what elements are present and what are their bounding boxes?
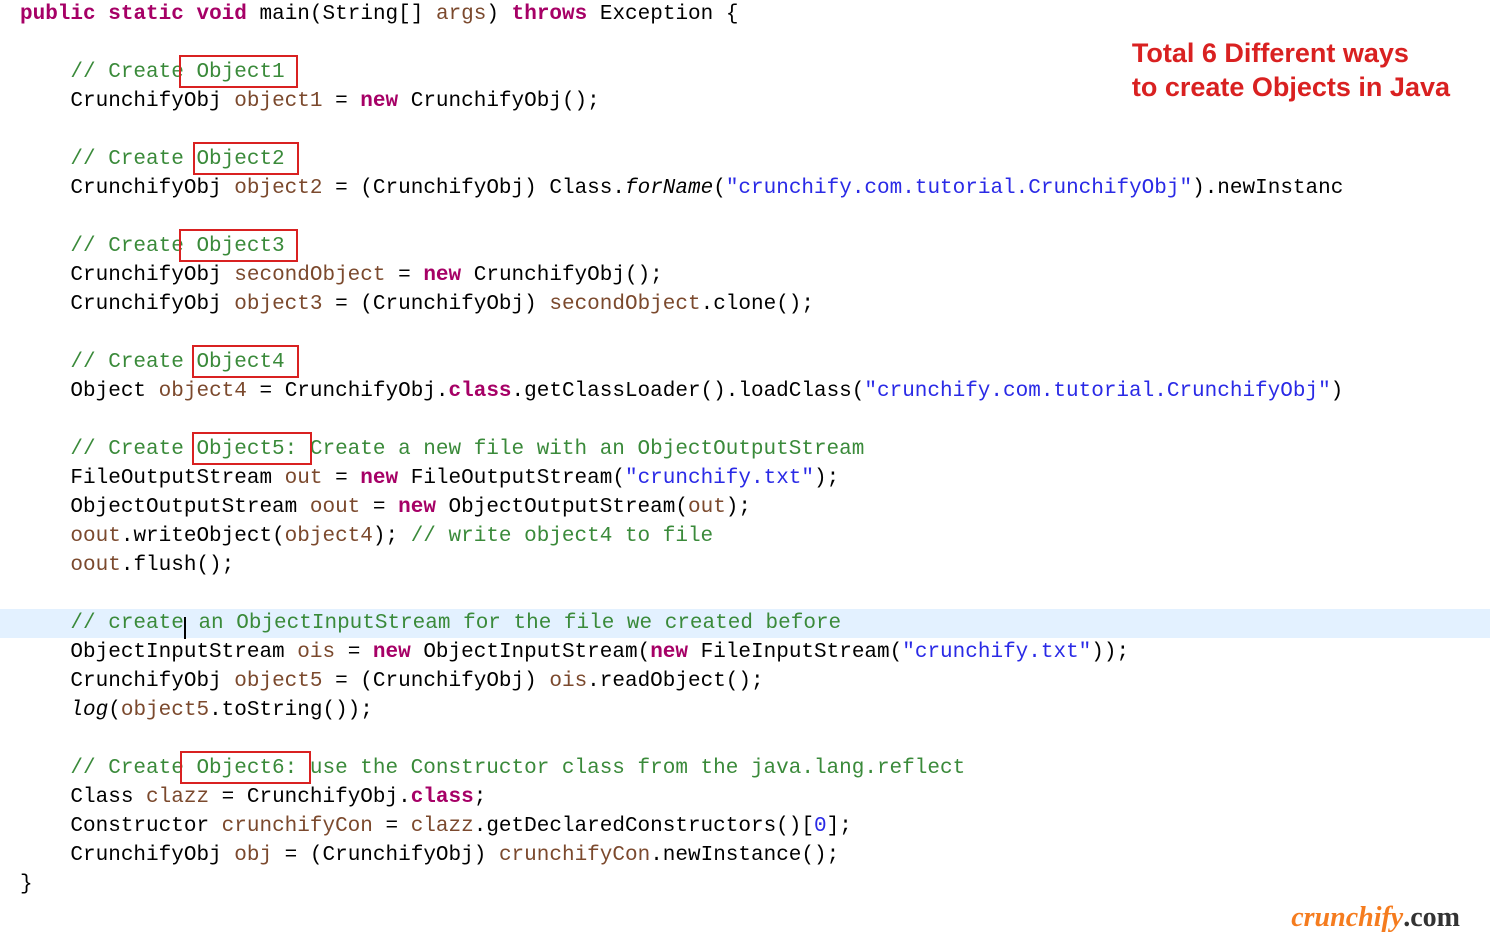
l5c-obj: oout <box>70 525 120 548</box>
title-line2: to create Objects in Java <box>1132 70 1450 104</box>
l7c-src: crunchifyCon <box>499 844 650 867</box>
comment-object5: // Create Object5: Create a new file wit… <box>70 438 864 461</box>
exc-type: Exception <box>600 3 713 26</box>
l3b-var: object3 <box>234 293 322 316</box>
l7c-cast: CrunchifyObj <box>323 844 474 867</box>
l7c-type: CrunchifyObj <box>70 844 221 867</box>
l5a-type: FileOutputStream <box>70 467 272 490</box>
l5a-string: "crunchify.txt" <box>625 467 814 490</box>
title-line1: Total 6 Different ways <box>1132 36 1450 70</box>
l2-cast: CrunchifyObj <box>373 177 524 200</box>
kw-class: class <box>411 786 474 809</box>
l5a-ctor: FileOutputStream <box>411 467 613 490</box>
l7a-var: clazz <box>146 786 209 809</box>
l2-var: object2 <box>234 177 322 200</box>
method-name: main <box>260 3 310 26</box>
l6b-cast: CrunchifyObj <box>373 670 524 693</box>
watermark-suffix: .com <box>1403 902 1460 933</box>
l2-tail: .newInstanc <box>1205 177 1344 200</box>
kw-new: new <box>423 264 461 287</box>
l1-ctor: CrunchifyObj <box>411 90 562 113</box>
kw-static: static <box>108 3 184 26</box>
arg-type: String[] <box>323 3 424 26</box>
code-block: public static void main(String[] args) t… <box>0 0 1490 899</box>
comment-object2: // Create Object2 <box>70 148 284 171</box>
l6b-src: ois <box>549 670 587 693</box>
kw-void: void <box>196 3 246 26</box>
kw-throws: throws <box>512 3 588 26</box>
l5b-arg: out <box>688 496 726 519</box>
comment-object4: // Create Object4 <box>70 351 284 374</box>
l7b-src: clazz <box>411 815 474 838</box>
comment-ois: // create an ObjectInputStream for the f… <box>70 612 841 635</box>
l1-var: object1 <box>234 90 322 113</box>
l2-class: Class <box>549 177 612 200</box>
l7b-type: Constructor <box>70 815 209 838</box>
l5c-arg: object4 <box>285 525 373 548</box>
l5b-var: oout <box>310 496 360 519</box>
l6b-m: .readObject(); <box>587 670 763 693</box>
l6a-var: ois <box>297 641 335 664</box>
kw-new: new <box>373 641 411 664</box>
l5c-comment: // write object4 to file <box>411 525 713 548</box>
title-overlay: Total 6 Different ways to create Objects… <box>1132 36 1450 104</box>
l7b-m: .getDeclaredConstructors()[ <box>474 815 814 838</box>
l5d-m: .flush(); <box>121 554 234 577</box>
l5b-ctor: ObjectOutputStream <box>449 496 676 519</box>
l7a-expr: CrunchifyObj. <box>247 786 411 809</box>
l3a-var: secondObject <box>234 264 385 287</box>
l3b-cast: CrunchifyObj <box>373 293 524 316</box>
l6a-type: ObjectInputStream <box>70 641 284 664</box>
comment-object3: // Create Object3 <box>70 235 284 258</box>
l4-string: "crunchify.com.tutorial.CrunchifyObj" <box>864 380 1330 403</box>
l6c-m: .toString()); <box>209 699 373 722</box>
l6c-log: log <box>70 699 108 722</box>
kw-new: new <box>650 641 688 664</box>
kw-new: new <box>398 496 436 519</box>
watermark-brand: crunchify <box>1291 902 1403 933</box>
l6b-var: object5 <box>234 670 322 693</box>
l6a-ctor1: ObjectInputStream <box>423 641 637 664</box>
l6a-string: "crunchify.txt" <box>902 641 1091 664</box>
l6c-arg: object5 <box>121 699 209 722</box>
l1-type: CrunchifyObj <box>70 90 221 113</box>
l7c-m: .newInstance(); <box>650 844 839 867</box>
kw-public: public <box>20 3 96 26</box>
kw-new: new <box>360 90 398 113</box>
l6b-type: CrunchifyObj <box>70 670 221 693</box>
watermark: crunchify.com <box>1291 903 1460 932</box>
l5d-obj: oout <box>70 554 120 577</box>
brace-close: } <box>20 873 33 896</box>
l3a-ctor: CrunchifyObj <box>474 264 625 287</box>
l6a-ctor2: FileInputStream <box>701 641 890 664</box>
l7b-idx: 0 <box>814 815 827 838</box>
l4-var: object4 <box>159 380 247 403</box>
comment-object6: // Create Object6: use the Constructor c… <box>70 757 965 780</box>
l3b-m: .clone(); <box>701 293 814 316</box>
l2-string: "crunchify.com.tutorial.CrunchifyObj" <box>726 177 1192 200</box>
arg-name: args <box>436 3 486 26</box>
l5b-type: ObjectOutputStream <box>70 496 297 519</box>
l2-type: CrunchifyObj <box>70 177 221 200</box>
kw-class: class <box>449 380 512 403</box>
comment-object1: // Create Object1 <box>70 61 284 84</box>
text-cursor <box>184 617 186 639</box>
l4-expr2: .getClassLoader().loadClass( <box>512 380 865 403</box>
l5a-var: out <box>285 467 323 490</box>
l3b-src: secondObject <box>549 293 700 316</box>
l7c-var: obj <box>234 844 272 867</box>
l4-type: Object <box>70 380 146 403</box>
l7a-type: Class <box>70 786 133 809</box>
l5c-m: .writeObject( <box>121 525 285 548</box>
kw-new: new <box>360 467 398 490</box>
l2-forname: forName <box>625 177 713 200</box>
l3b-type: CrunchifyObj <box>70 293 221 316</box>
l4-expr1: CrunchifyObj. <box>285 380 449 403</box>
l7b-var: crunchifyCon <box>222 815 373 838</box>
l3a-type: CrunchifyObj <box>70 264 221 287</box>
l4-tail: ) <box>1331 380 1344 403</box>
